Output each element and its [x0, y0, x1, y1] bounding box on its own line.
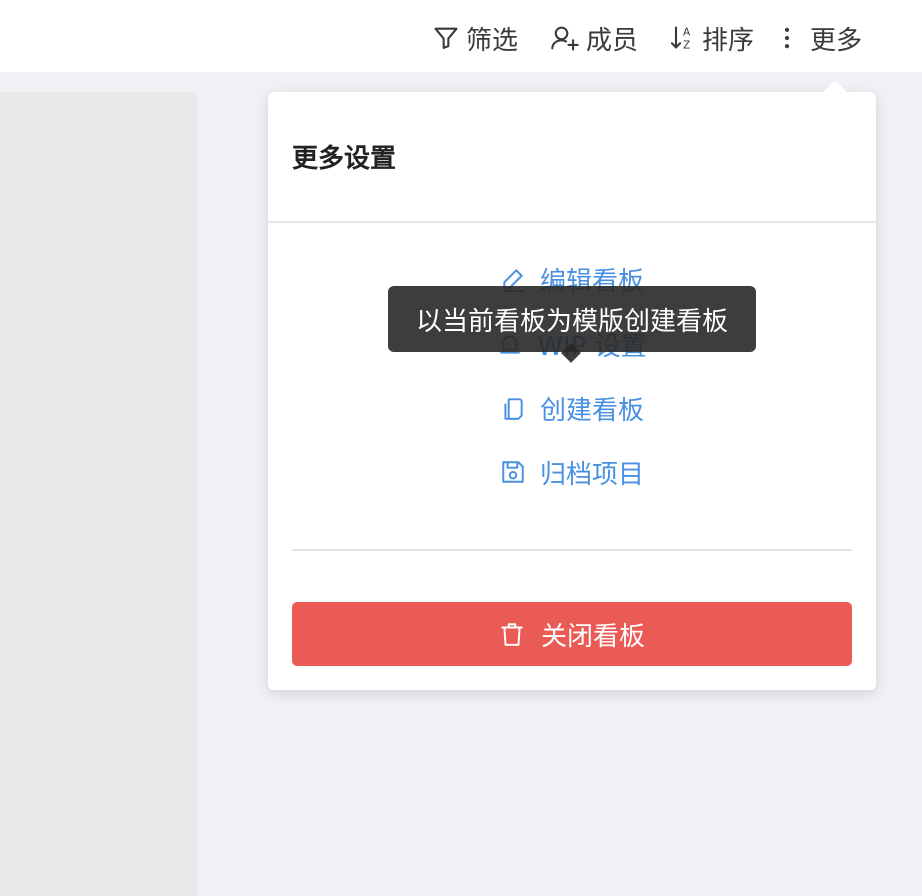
filter-icon: [434, 27, 458, 49]
members-label: 成员: [586, 25, 639, 56]
close-board-label: 关闭看板: [540, 621, 645, 652]
board-column-panel: [0, 92, 198, 896]
create-board-label: 创建看板: [539, 395, 644, 426]
sort-label: 排序: [702, 25, 755, 56]
more-button[interactable]: 更多: [778, 18, 862, 58]
more-vertical-icon: [784, 27, 790, 49]
copy-icon: [504, 398, 523, 420]
filter-button[interactable]: 筛选: [432, 18, 518, 58]
svg-text:Z: Z: [683, 40, 690, 52]
members-icon: [551, 26, 579, 51]
sort-button[interactable]: A Z 排序: [670, 18, 754, 58]
sort-icon: A Z: [670, 26, 691, 52]
more-settings-popover: 更多设置 编辑看板 WIP 设置 创建看板 归档项目: [268, 92, 876, 690]
trash-icon: [501, 623, 523, 646]
popover-title: 更多设置: [292, 144, 397, 174]
more-label: 更多: [810, 25, 863, 56]
tooltip: 以当前看板为模版创建看板: [388, 286, 756, 352]
save-icon: [502, 461, 524, 483]
top-toolbar: 筛选 成员 A Z 排序 更多: [0, 0, 922, 72]
close-board-button[interactable]: 关闭看板: [292, 602, 852, 666]
create-board-item[interactable]: 创建看板: [268, 384, 876, 432]
members-button[interactable]: 成员: [550, 18, 638, 58]
divider: [292, 549, 852, 551]
archive-project-item[interactable]: 归档项目: [268, 448, 876, 496]
divider: [268, 221, 876, 223]
archive-project-label: 归档项目: [539, 459, 644, 490]
svg-text:A: A: [683, 27, 691, 39]
tooltip-text: 以当前看板为模版创建看板: [415, 306, 728, 337]
filter-label: 筛选: [466, 25, 519, 56]
